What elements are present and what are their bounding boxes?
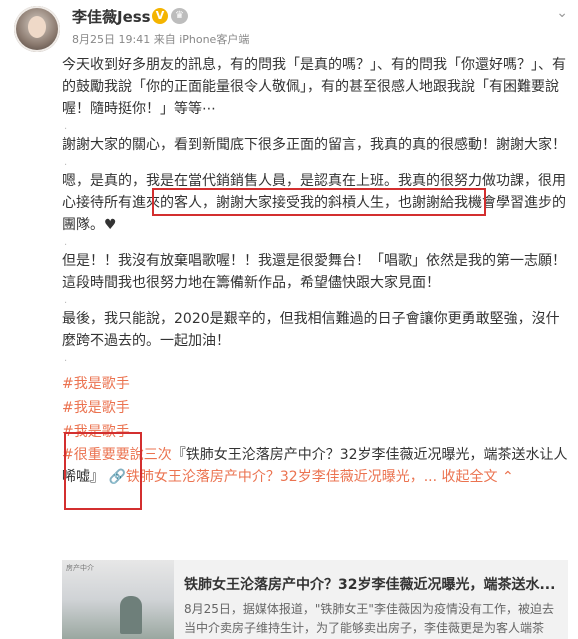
separator-dot: . bbox=[64, 353, 68, 364]
paragraph: 謝謝大家的關心，看到新聞底下很多正面的留言，我真的真的很感動！謝謝大家！ bbox=[62, 137, 566, 153]
paragraph: 但是！！我沒有放棄唱歌喔！！我還是很愛舞台！「唱歌」依然是我的第一志願！這段時間… bbox=[62, 253, 566, 291]
article-thumbnail: 房产中介 bbox=[62, 560, 174, 639]
hashtag-link[interactable]: #很重要要說三次 bbox=[62, 447, 172, 463]
post-time[interactable]: 19:41 bbox=[119, 33, 151, 46]
verified-badge-icon: V bbox=[152, 8, 168, 24]
article-link[interactable]: 铁肺女王沦落房产中介？32岁李佳薇近况曝光， bbox=[126, 469, 424, 485]
thumbnail-caption: 房产中介 bbox=[66, 564, 94, 572]
paragraph: 嗯，是真的，我是在當代銷銷售人員，是認真在上班。我真的很努力做功課，很用心接待所… bbox=[62, 173, 566, 233]
paragraph: 今天收到好多朋友的訊息，有的問我「是真的嗎？」、有的問我「你還好嗎？」、有的鼓勵… bbox=[62, 57, 566, 117]
hashtag-link[interactable]: #我是歌手 bbox=[62, 400, 130, 416]
link-icon: 🔗 bbox=[108, 469, 126, 485]
separator-dot: . bbox=[64, 237, 68, 248]
article-preview-card[interactable]: 房产中介 铁肺女王沦落房产中介？32岁李佳薇近况曝光，端茶送水... 8月25日… bbox=[62, 560, 568, 639]
crown-icon: ♛ bbox=[171, 8, 188, 24]
separator-dot: . bbox=[64, 121, 68, 132]
post-content: 今天收到好多朋友的訊息，有的問我「是真的嗎？」、有的問我「你還好嗎？」、有的鼓勵… bbox=[62, 54, 568, 488]
post-source: 来自 iPhone客户端 bbox=[153, 33, 250, 46]
post-date[interactable]: 8月25日 bbox=[72, 33, 115, 46]
article-title[interactable]: 铁肺女王沦落房产中介？32岁李佳薇近况曝光，端茶送水... bbox=[184, 574, 562, 594]
collapse-arrow-icon[interactable]: ⌃ bbox=[502, 469, 514, 485]
thumbnail-person bbox=[120, 596, 142, 634]
description-line: 8月25日，据媒体报道，"铁肺女王"李佳薇因为疫情没有工作，被迫去 bbox=[184, 602, 554, 616]
post-meta: 8月25日 19:41 来自 iPhone客户端 bbox=[72, 31, 249, 47]
avatar-face bbox=[28, 16, 46, 38]
chevron-down-icon[interactable]: ⌄ bbox=[556, 5, 568, 21]
description-line: 当中介卖房子维持生计，为了能够卖出房子，李佳薇更是为客人端茶 bbox=[184, 621, 545, 635]
hashtag-link[interactable]: #我是歌手 bbox=[62, 424, 130, 440]
paragraph: 最後，我只能說，2020是艱辛的，但我相信難過的日子會讓你更勇敢堅強，沒什麼跨不… bbox=[62, 311, 560, 349]
collapse-full-text-button[interactable]: ... 收起全文 bbox=[424, 469, 498, 485]
separator-dot: . bbox=[64, 295, 68, 306]
avatar[interactable] bbox=[14, 6, 60, 52]
author-name[interactable]: 李佳薇Jess bbox=[72, 6, 151, 27]
hashtag-link[interactable]: #我是歌手 bbox=[62, 376, 130, 392]
article-description: 8月25日，据媒体报道，"铁肺女王"李佳薇因为疫情没有工作，被迫去 当中介卖房子… bbox=[184, 600, 564, 638]
separator-dot: . bbox=[64, 157, 68, 168]
